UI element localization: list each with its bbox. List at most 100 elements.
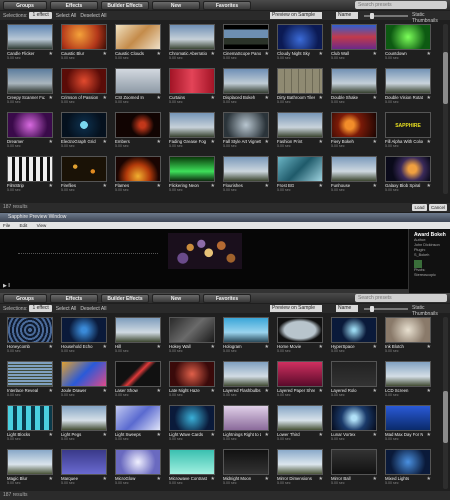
favorite-star-icon[interactable]: ★: [373, 139, 377, 145]
preset-thumbnail[interactable]: [61, 361, 107, 387]
preset-thumbnail[interactable]: [115, 156, 161, 182]
preset-tile[interactable]: Hokey Wall 5.00 sec ★: [169, 317, 217, 353]
favorite-star-icon[interactable]: ★: [319, 388, 323, 394]
preset-tile[interactable]: Fireflies 5.00 sec ★: [61, 156, 109, 192]
search-input[interactable]: [355, 1, 447, 9]
tab-groups[interactable]: Groups: [3, 0, 47, 10]
preset-tile[interactable]: HyperSpace 5.00 sec ★: [331, 317, 379, 353]
preset-tile[interactable]: Home Movie 5.00 sec ★: [277, 317, 325, 353]
favorite-star-icon[interactable]: ★: [427, 388, 431, 394]
preset-tile[interactable]: Double Shake 5.00 sec ★: [331, 68, 379, 104]
preset-tile[interactable]: Honeycomb 5.00 sec ★: [7, 317, 55, 353]
preset-tile[interactable]: Funhouse 5.00 sec ★: [331, 156, 379, 192]
preset-thumbnail[interactable]: [115, 24, 161, 50]
tab-groups[interactable]: Groups: [3, 293, 47, 303]
preset-tile[interactable]: Caustic Clouds 5.00 sec ★: [115, 24, 163, 60]
preset-tile[interactable]: Mirror Dimensions 5.00 sec ★: [277, 449, 325, 485]
favorite-star-icon[interactable]: ★: [49, 476, 53, 482]
favorite-star-icon[interactable]: ★: [157, 183, 161, 189]
favorite-star-icon[interactable]: ★: [373, 388, 377, 394]
tab-favorites[interactable]: Favorites: [203, 0, 251, 10]
favorite-star-icon[interactable]: ★: [211, 139, 215, 145]
favorite-star-icon[interactable]: ★: [49, 183, 53, 189]
preset-thumbnail[interactable]: [331, 405, 377, 431]
preset-thumbnail[interactable]: [331, 156, 377, 182]
preset-thumbnail[interactable]: [277, 361, 323, 387]
preset-tile[interactable]: Layered Flashbulbs 5.00 sec ★: [223, 361, 271, 397]
preset-thumbnail[interactable]: [7, 317, 53, 343]
preset-thumbnail[interactable]: [169, 405, 215, 431]
preset-tile[interactable]: Mirror Ball 5.00 sec ★: [331, 449, 379, 485]
preset-thumbnail[interactable]: [115, 317, 161, 343]
favorite-star-icon[interactable]: ★: [265, 432, 269, 438]
favorite-star-icon[interactable]: ★: [427, 476, 431, 482]
preset-thumbnail[interactable]: [61, 317, 107, 343]
preset-tile[interactable]: Dirty Bathroom Tiles 5.00 sec ★: [277, 68, 325, 104]
preset-tile[interactable]: Fall Style Art Vignette 5.00 sec ★: [223, 112, 271, 148]
preset-thumbnail[interactable]: [7, 449, 53, 475]
favorite-star-icon[interactable]: ★: [157, 139, 161, 145]
preset-thumbnail[interactable]: [331, 24, 377, 50]
favorite-star-icon[interactable]: ★: [427, 344, 431, 350]
selection-dropdown[interactable]: 1 effect: [29, 12, 52, 19]
preset-thumbnail[interactable]: [169, 361, 215, 387]
favorite-star-icon[interactable]: ★: [427, 51, 431, 57]
preset-thumbnail[interactable]: [331, 317, 377, 343]
favorite-star-icon[interactable]: ★: [265, 344, 269, 350]
preset-tile[interactable]: Hill 5.00 sec ★: [115, 317, 163, 353]
preset-tile[interactable]: Interlace Reveal 5.00 sec ★: [7, 361, 55, 397]
preset-thumbnail[interactable]: [115, 405, 161, 431]
favorite-star-icon[interactable]: ★: [49, 388, 53, 394]
preset-tile[interactable]: Ink Blotch 5.00 sec ★: [385, 317, 433, 353]
favorite-star-icon[interactable]: ★: [211, 95, 215, 101]
preset-thumbnail[interactable]: [61, 24, 107, 50]
favorite-star-icon[interactable]: ★: [373, 432, 377, 438]
tab-effects[interactable]: Effects: [50, 0, 98, 10]
cancel-button[interactable]: Cancel: [429, 204, 447, 211]
preset-tile[interactable]: Creepy Scanner Fuzz 5.00 sec ★: [7, 68, 55, 104]
favorite-star-icon[interactable]: ★: [373, 476, 377, 482]
favorite-star-icon[interactable]: ★: [211, 388, 215, 394]
favorite-star-icon[interactable]: ★: [49, 139, 53, 145]
preset-tile[interactable]: Displaced Bokeh 5.00 sec ★: [223, 68, 271, 104]
favorite-star-icon[interactable]: ★: [427, 139, 431, 145]
preset-tile[interactable]: Flames 5.00 sec ★: [115, 156, 163, 192]
thumbnail-size-slider[interactable]: [364, 306, 408, 312]
menu-file[interactable]: File: [3, 223, 10, 228]
preset-tile[interactable]: Marquee 5.00 sec ★: [61, 449, 109, 485]
preset-thumbnail[interactable]: [223, 112, 269, 138]
preset-tile[interactable]: Fiery Bokeh 5.00 sec ★: [331, 112, 379, 148]
tab-effects[interactable]: Effects: [50, 293, 98, 303]
load-button[interactable]: Load: [412, 204, 427, 211]
preset-tile[interactable]: Layered Paper Shreds5.00 sec★: [277, 361, 325, 397]
favorite-star-icon[interactable]: ★: [265, 183, 269, 189]
preset-thumbnail[interactable]: [385, 156, 431, 182]
favorite-star-icon[interactable]: ★: [427, 432, 431, 438]
preset-thumbnail[interactable]: [169, 449, 215, 475]
preset-tile[interactable]: Embers 5.00 sec ★: [115, 112, 163, 148]
preset-thumbnail[interactable]: [277, 156, 323, 182]
tab-builder-effects[interactable]: Builder Effects: [101, 0, 149, 10]
preset-thumbnail[interactable]: [169, 112, 215, 138]
select-all-link[interactable]: Select All: [56, 13, 77, 19]
favorite-star-icon[interactable]: ★: [103, 344, 107, 350]
preset-thumbnail[interactable]: [61, 112, 107, 138]
preset-thumbnail[interactable]: [223, 361, 269, 387]
preset-tile[interactable]: Magic Blur 5.00 sec ★: [7, 449, 55, 485]
preset-thumbnail[interactable]: [277, 405, 323, 431]
thumbnail-size-slider[interactable]: [364, 13, 408, 19]
preset-tile[interactable]: CinemaScope Panorama5.00 sec★: [223, 24, 271, 60]
search-input[interactable]: [355, 294, 447, 302]
favorite-star-icon[interactable]: ★: [103, 183, 107, 189]
preset-tile[interactable]: Light Pegs 5.00 sec ★: [61, 405, 109, 441]
preset-tile[interactable]: Double Vision Rotate 5.00 sec ★: [385, 68, 433, 104]
preset-thumbnail[interactable]: [61, 156, 107, 182]
favorite-star-icon[interactable]: ★: [157, 51, 161, 57]
favorite-star-icon[interactable]: ★: [49, 51, 53, 57]
tab-builder-effects[interactable]: Builder Effects: [101, 293, 149, 303]
favorite-star-icon[interactable]: ★: [427, 183, 431, 189]
favorite-star-icon[interactable]: ★: [373, 51, 377, 57]
favorite-star-icon[interactable]: ★: [265, 476, 269, 482]
favorite-star-icon[interactable]: ★: [211, 476, 215, 482]
tab-new[interactable]: New: [152, 0, 200, 10]
